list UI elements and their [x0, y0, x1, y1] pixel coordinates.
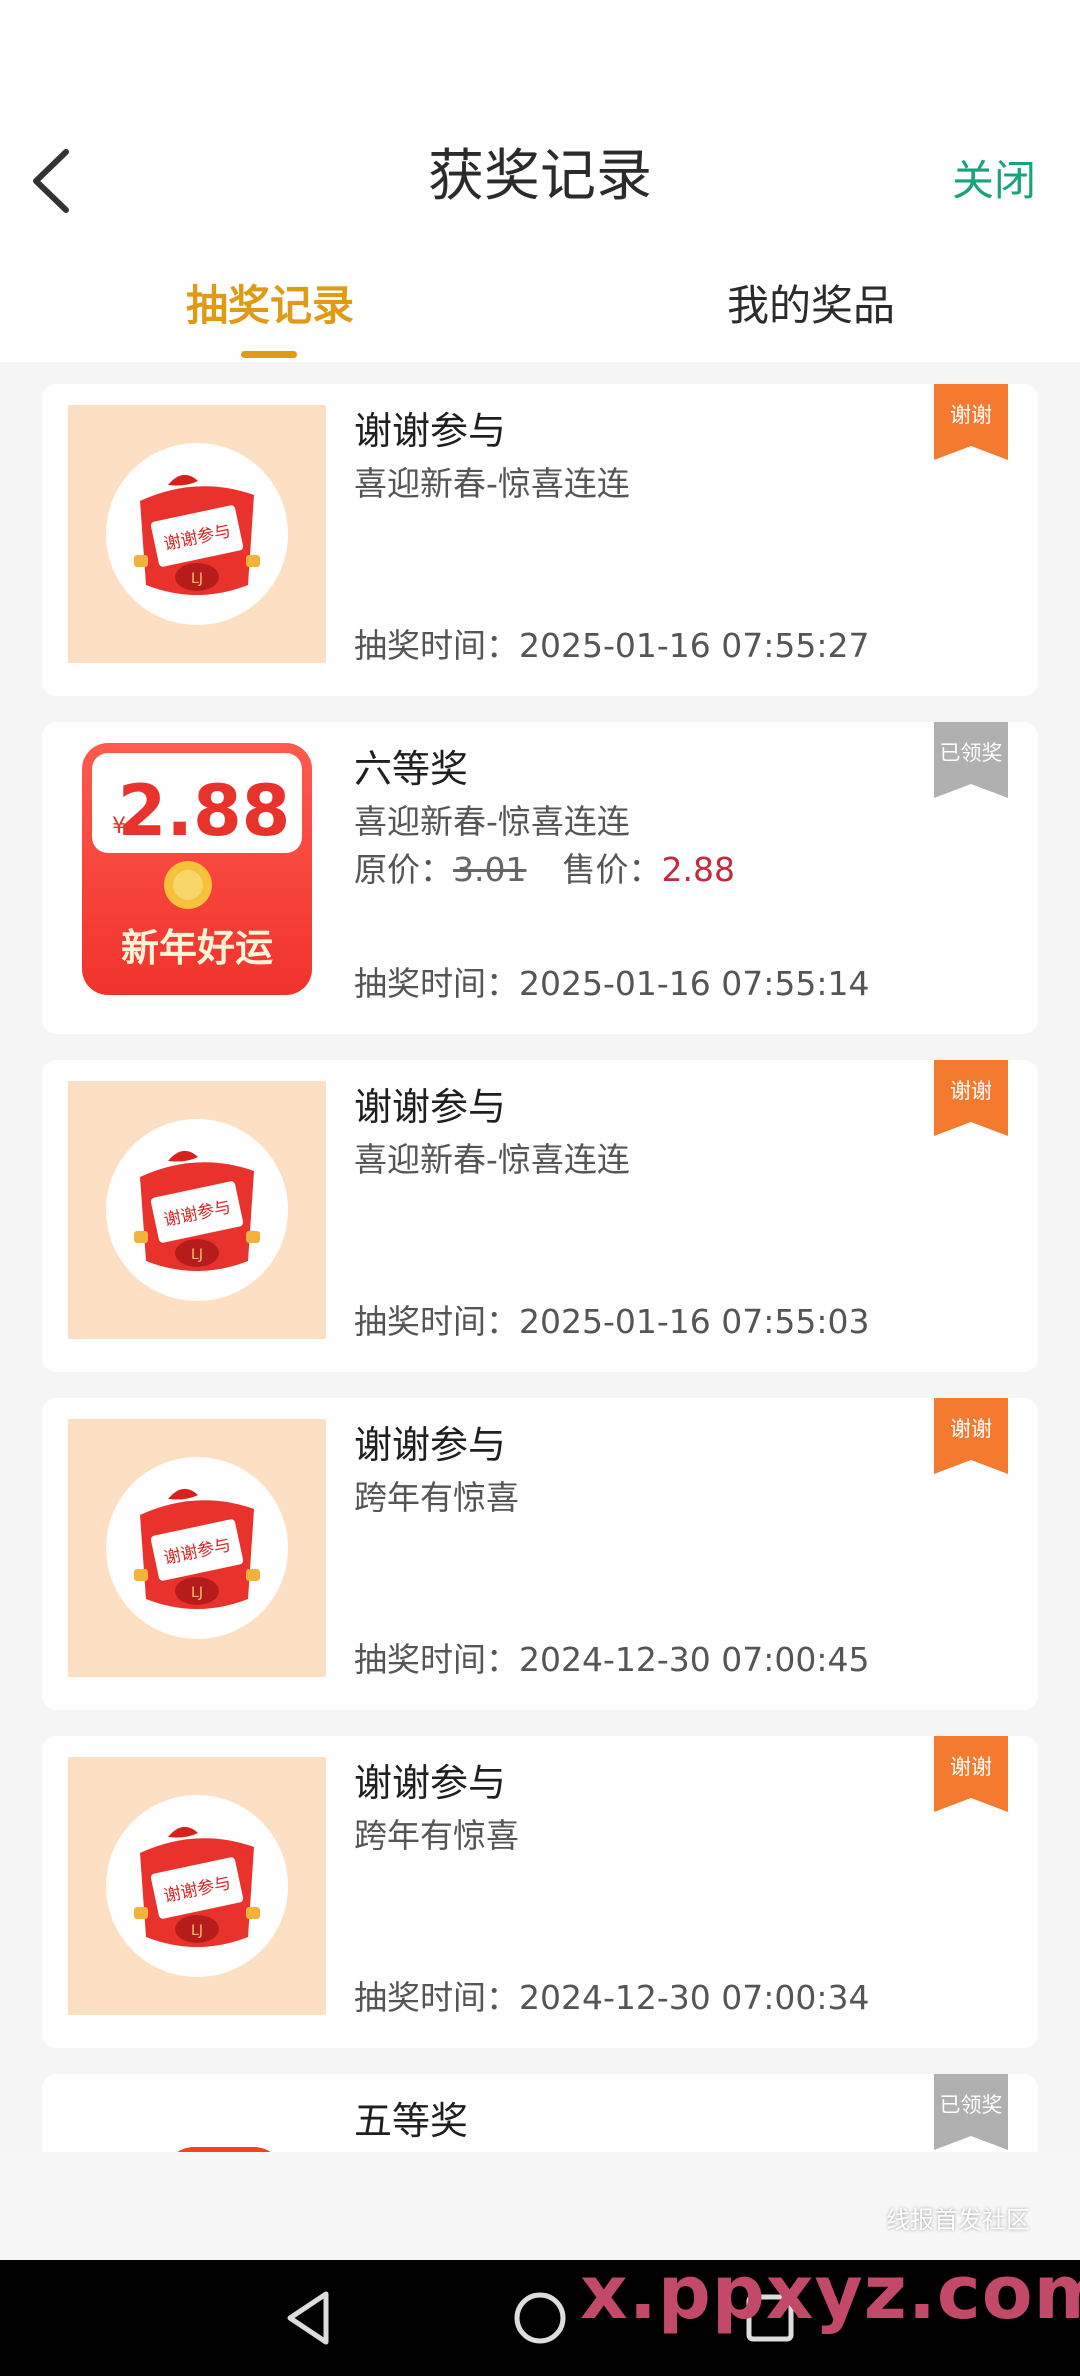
red-packet-image: ¥ 2.88 新年好运 [68, 743, 326, 1001]
draw-time: 抽奖时间：2025-01-16 07:55:03 [354, 1302, 870, 1341]
svg-text:LJ: LJ [191, 1247, 203, 1263]
svg-text:LJ: LJ [191, 1923, 203, 1939]
sale-price: 2.88 [661, 850, 735, 889]
draw-time: 抽奖时间：2024-12-30 07:00:45 [354, 1640, 870, 1679]
activity-name: 喜迎新春-惊喜连连 [354, 464, 630, 503]
nav-back-icon[interactable] [270, 2278, 350, 2358]
thanks-image: 谢谢参与 LJ [68, 1081, 326, 1339]
claimed-badge: 已领奖 [934, 2074, 1008, 2150]
record-card[interactable]: 谢谢参与 LJ 谢谢参与 跨年有惊喜 抽奖时间：2024-12-30 07:00… [42, 1398, 1038, 1710]
page-title: 获奖记录 [428, 144, 652, 209]
activity-name: 跨年有惊喜 [354, 1478, 519, 1517]
original-price-label: 原价： [354, 850, 453, 889]
watermark-subtitle: 线报首发社区 [886, 2206, 1030, 2234]
svg-text:新年好运: 新年好运 [121, 925, 273, 970]
activity-name: 喜迎新春-惊喜连连 [354, 802, 630, 841]
close-button[interactable]: 关闭 [952, 156, 1036, 206]
thanks-image: 谢谢参与 LJ [68, 1757, 326, 2015]
record-card[interactable]: 五等奖 已领奖 [42, 2074, 1038, 2152]
record-card[interactable]: 谢谢参与 LJ 谢谢参与 喜迎新春-惊喜连连 抽奖时间：2025-01-16 0… [42, 384, 1038, 696]
svg-text:LJ: LJ [191, 571, 203, 587]
prize-name: 谢谢参与 [354, 409, 507, 453]
prize-name: 谢谢参与 [354, 1761, 507, 1805]
claimed-badge: 已领奖 [934, 722, 1008, 798]
nav-home-icon[interactable] [500, 2278, 580, 2358]
active-tab-indicator [241, 351, 297, 358]
watermark-logo: x.ppxyz.com [580, 2250, 1080, 2336]
sale-price-label: 售价： [562, 850, 662, 889]
activity-name: 喜迎新春-惊喜连连 [354, 1140, 630, 1179]
svg-text:2.88: 2.88 [118, 770, 291, 852]
draw-time: 抽奖时间：2024-12-30 07:00:34 [354, 1978, 870, 2017]
prize-name: 六等奖 [354, 747, 469, 791]
thanks-badge: 谢谢 [934, 384, 1008, 460]
tab-my-prizes[interactable]: 我的奖品 [727, 276, 895, 336]
prize-name: 谢谢参与 [354, 1423, 507, 1467]
thanks-badge: 谢谢 [934, 1398, 1008, 1474]
price-line: 原价：3.01 售价：2.88 [354, 848, 735, 892]
record-list[interactable]: 谢谢参与 LJ 谢谢参与 喜迎新春-惊喜连连 抽奖时间：2025-01-16 0… [0, 362, 1080, 2152]
prize-name: 谢谢参与 [354, 1085, 507, 1129]
thanks-image: 谢谢参与 LJ [68, 1419, 326, 1677]
record-card[interactable]: 谢谢参与 LJ 谢谢参与 跨年有惊喜 抽奖时间：2024-12-30 07:00… [42, 1736, 1038, 2048]
tab-draw-records[interactable]: 抽奖记录 [186, 276, 354, 336]
thanks-image: 谢谢参与 LJ [68, 405, 326, 663]
thanks-badge: 谢谢 [934, 1060, 1008, 1136]
record-card[interactable]: 谢谢参与 LJ 谢谢参与 喜迎新春-惊喜连连 抽奖时间：2025-01-16 0… [42, 1060, 1038, 1372]
svg-text:LJ: LJ [191, 1585, 203, 1601]
draw-time: 抽奖时间：2025-01-16 07:55:27 [354, 626, 870, 665]
original-price: 3.01 [453, 850, 527, 889]
header-bar: 获奖记录 关闭 抽奖记录 我的奖品 [0, 0, 1080, 362]
prize-name: 五等奖 [354, 2099, 469, 2143]
activity-name: 跨年有惊喜 [354, 1816, 519, 1855]
red-packet-image [68, 2095, 326, 2152]
thanks-badge: 谢谢 [934, 1736, 1008, 1812]
record-card[interactable]: ¥ 2.88 新年好运 六等奖 喜迎新春-惊喜连连 原价：3.01 售价：2.88… [42, 722, 1038, 1034]
draw-time: 抽奖时间：2025-01-16 07:55:14 [354, 964, 870, 1003]
